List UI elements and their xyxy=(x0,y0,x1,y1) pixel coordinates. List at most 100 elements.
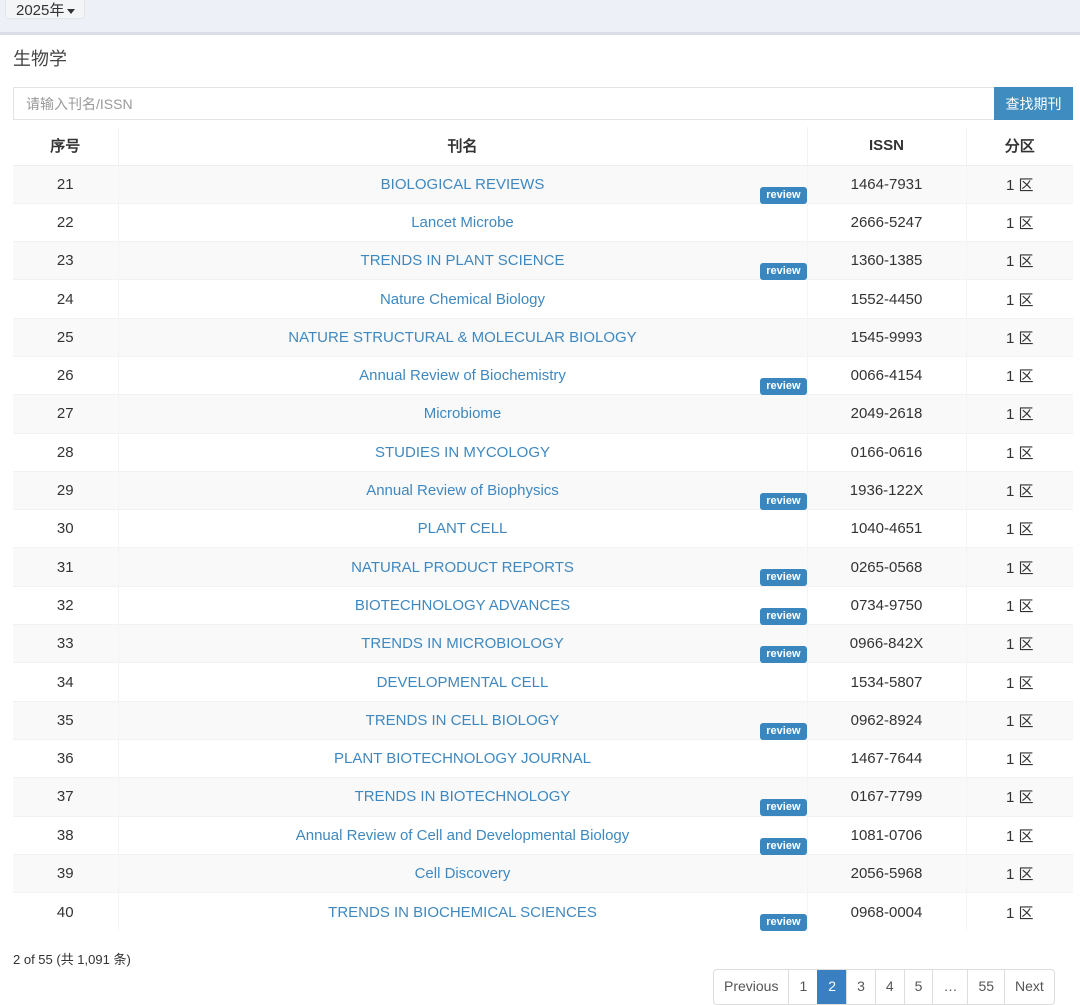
zone: 1 区 xyxy=(965,432,1073,472)
table-row: 36 PLANT BIOTECHNOLOGY JOURNAL 1467-7644… xyxy=(13,738,1073,778)
column-header-zone: 分区 xyxy=(965,127,1073,166)
row-number: 36 xyxy=(13,738,118,778)
journal-name-cell: DEVELOPMENTAL CELL xyxy=(117,662,807,702)
year-select[interactable]: 2025年 xyxy=(5,0,85,19)
zone: 1 区 xyxy=(965,547,1073,587)
review-badge: review xyxy=(760,722,807,740)
zone: 1 区 xyxy=(965,585,1073,625)
journal-name-cell: NATURE STRUCTURAL & MOLECULAR BIOLOGY xyxy=(117,317,807,357)
row-number: 39 xyxy=(13,853,118,893)
table-row: 40 TRENDS IN BIOCHEMICAL SCIENCES review … xyxy=(13,892,1073,932)
row-number: 35 xyxy=(13,700,118,740)
search-button[interactable]: 查找期刊 xyxy=(994,87,1073,120)
table-row: 39 Cell Discovery 2056-5968 1 区 xyxy=(13,853,1073,893)
row-number: 27 xyxy=(13,394,118,434)
review-badge: review xyxy=(760,646,807,664)
page-button-55[interactable]: 55 xyxy=(967,970,1004,1004)
row-number: 33 xyxy=(13,624,118,663)
page-button-3[interactable]: 3 xyxy=(846,970,875,1004)
journal-link[interactable]: PLANT CELL xyxy=(418,520,508,537)
issn: 0166-0616 xyxy=(806,432,966,472)
journal-link[interactable]: TRENDS IN CELL BIOLOGY xyxy=(366,712,560,729)
row-number: 37 xyxy=(13,777,118,817)
zone: 1 区 xyxy=(965,279,1073,319)
journal-link[interactable]: Cell Discovery xyxy=(415,865,511,882)
year-select-label: 2025年 xyxy=(16,2,65,19)
journal-name-cell: BIOTECHNOLOGY ADVANCES review xyxy=(117,585,807,625)
row-number: 23 xyxy=(13,241,118,280)
zone: 1 区 xyxy=(965,815,1073,855)
row-number: 28 xyxy=(13,432,118,472)
table-row: 37 TRENDS IN BIOTECHNOLOGY review 0167-77… xyxy=(13,777,1073,817)
journal-name-cell: TRENDS IN CELL BIOLOGY review xyxy=(117,700,807,740)
page-button-2[interactable]: 2 xyxy=(817,970,847,1004)
journal-link[interactable]: Annual Review of Biochemistry xyxy=(359,367,566,384)
page-info: 2 of 55 (共 1,091 条) xyxy=(13,952,131,967)
table-row: 31 NATURAL PRODUCT REPORTS review 0265-05… xyxy=(13,547,1073,587)
column-header-issn: ISSN xyxy=(806,127,966,166)
journal-name-cell: Cell Discovery xyxy=(117,853,807,893)
column-header-number: 序号 xyxy=(13,127,118,166)
zone: 1 区 xyxy=(965,777,1073,817)
journal-link[interactable]: BIOTECHNOLOGY ADVANCES xyxy=(355,597,570,614)
review-badge: review xyxy=(760,837,807,855)
table-row: 27 Microbiome 2049-2618 1 区 xyxy=(13,394,1073,434)
journal-link[interactable]: BIOLOGICAL REVIEWS xyxy=(381,176,545,193)
zone: 1 区 xyxy=(965,892,1073,931)
table-row: 29 Annual Review of Biophysics review 193… xyxy=(13,470,1073,510)
table-row: 21 BIOLOGICAL REVIEWS review 1464-7931 1 … xyxy=(13,164,1073,204)
journal-link[interactable]: TRENDS IN BIOCHEMICAL SCIENCES xyxy=(328,904,597,921)
journal-name-cell: Annual Review of Biophysics review xyxy=(117,470,807,510)
zone: 1 区 xyxy=(965,202,1073,242)
journal-name-cell: PLANT BIOTECHNOLOGY JOURNAL xyxy=(117,738,807,778)
issn: 0968-0004 xyxy=(806,892,966,931)
journal-link[interactable]: TRENDS IN PLANT SCIENCE xyxy=(361,252,565,269)
review-badge: review xyxy=(760,186,807,204)
pagination: Previous 1 2 3 4 5… 55 Next xyxy=(713,969,1055,1005)
journal-link[interactable]: NATURE STRUCTURAL & MOLECULAR BIOLOGY xyxy=(288,329,636,346)
page-button-5[interactable]: 5 xyxy=(903,970,933,1004)
journal-link[interactable]: NATURAL PRODUCT REPORTS xyxy=(351,559,574,576)
table-row: 25 NATURE STRUCTURAL & MOLECULAR BIOLOGY… xyxy=(13,317,1073,357)
issn: 2049-2618 xyxy=(806,394,966,434)
journal-link[interactable]: Microbiome xyxy=(424,405,502,422)
zone: 1 区 xyxy=(965,624,1073,663)
search-bar: 查找期刊 xyxy=(13,87,1073,120)
table-row: 23 TRENDS IN PLANT SCIENCE review 1360-13… xyxy=(13,241,1073,281)
journal-link[interactable]: TRENDS IN BIOTECHNOLOGY xyxy=(355,788,571,805)
row-number: 24 xyxy=(13,279,118,319)
journal-link[interactable]: Nature Chemical Biology xyxy=(380,291,545,308)
journal-link[interactable]: STUDIES IN MYCOLOGY xyxy=(375,444,550,461)
zone: 1 区 xyxy=(965,700,1073,740)
row-number: 30 xyxy=(13,509,118,548)
row-number: 34 xyxy=(13,662,118,702)
journal-name-cell: Nature Chemical Biology xyxy=(117,279,807,319)
journal-link[interactable]: DEVELOPMENTAL CELL xyxy=(377,674,549,691)
journal-link[interactable]: PLANT BIOTECHNOLOGY JOURNAL xyxy=(334,750,591,767)
journal-link[interactable]: Lancet Microbe xyxy=(411,214,514,231)
table-row: 22 Lancet Microbe 2666-5247 1 区 xyxy=(13,202,1073,242)
page-button-4[interactable]: 4 xyxy=(874,970,904,1004)
row-number: 32 xyxy=(13,585,118,625)
review-badge: review xyxy=(760,263,807,281)
issn: 1545-9993 xyxy=(806,317,966,357)
issn: 1360-1385 xyxy=(806,241,966,280)
review-badge: review xyxy=(760,607,807,625)
page-button-previous[interactable]: Previous xyxy=(714,970,788,1004)
journal-link[interactable]: Annual Review of Biophysics xyxy=(366,482,559,499)
journal-link[interactable]: Annual Review of Cell and Developmental … xyxy=(296,827,630,844)
table-row: 38 Annual Review of Cell and Development… xyxy=(13,815,1073,855)
top-bar: 2025年 xyxy=(0,0,1080,35)
journal-name-cell: Annual Review of Cell and Developmental … xyxy=(117,815,807,855)
zone: 1 区 xyxy=(965,394,1073,434)
journal-link[interactable]: TRENDS IN MICROBIOLOGY xyxy=(361,635,564,652)
search-input[interactable] xyxy=(13,87,994,120)
page-button-1[interactable]: 1 xyxy=(788,970,817,1004)
issn: 0066-4154 xyxy=(806,355,966,395)
review-badge: review xyxy=(760,377,807,395)
row-number: 21 xyxy=(13,164,118,204)
zone: 1 区 xyxy=(965,317,1073,357)
table-row: 24 Nature Chemical Biology 1552-4450 1 区 xyxy=(13,279,1073,319)
page-button-next[interactable]: Next xyxy=(1004,970,1054,1004)
page-button-ellipsis: … xyxy=(932,970,967,1004)
